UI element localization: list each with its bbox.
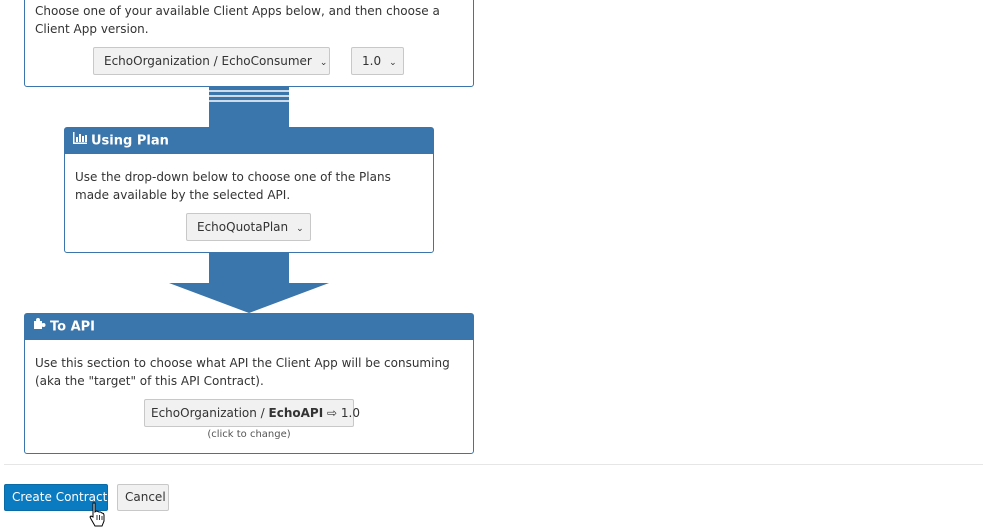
- cancel-button[interactable]: Cancel: [117, 484, 169, 511]
- client-app-select-value: EchoOrganization / EchoConsumer: [104, 54, 312, 68]
- plan-panel-header: Using Plan: [65, 128, 433, 154]
- api-panel-header: To API: [25, 314, 473, 340]
- plan-select[interactable]: EchoQuotaPlan ⌄: [186, 213, 311, 241]
- client-app-panel: Choose one of your available Client Apps…: [24, 0, 474, 87]
- chevron-down-icon: ⌄: [389, 58, 397, 68]
- api-panel-title: To API: [50, 319, 96, 335]
- api-selector-button[interactable]: EchoOrganization / EchoAPI ⇨ 1.0: [144, 399, 360, 427]
- chevron-down-icon: ⌄: [319, 58, 328, 68]
- api-org-name: EchoOrganization /: [151, 406, 269, 420]
- hand-cursor-icon: [89, 502, 105, 527]
- client-app-description: Choose one of your available Client Apps…: [35, 4, 440, 36]
- arrow-right-icon: ⇨: [327, 406, 338, 420]
- puzzle-icon: [33, 314, 46, 340]
- flow-connector-top: [209, 87, 289, 128]
- api-version: 1.0: [340, 406, 360, 420]
- client-app-version-select[interactable]: 1.0 ⌄: [351, 47, 404, 75]
- api-description: Use this section to choose what API the …: [35, 356, 450, 388]
- chevron-down-icon: ⌄: [296, 224, 304, 234]
- bar-chart-icon: [73, 128, 87, 154]
- plan-panel: Using Plan Use the drop-down below to ch…: [64, 127, 434, 253]
- form-divider: [4, 464, 983, 465]
- client-app-version-value: 1.0: [362, 54, 382, 68]
- plan-panel-title: Using Plan: [91, 133, 169, 149]
- flow-arrow-down: [169, 253, 329, 313]
- click-to-change-hint: (click to change): [207, 429, 291, 440]
- plan-description: Use the drop-down below to choose one of…: [75, 170, 391, 202]
- api-name: EchoAPI: [268, 406, 324, 420]
- plan-select-value: EchoQuotaPlan: [197, 220, 289, 234]
- api-panel: To API Use this section to choose what A…: [24, 313, 474, 454]
- client-app-select[interactable]: EchoOrganization / EchoConsumer ⌄: [93, 47, 330, 75]
